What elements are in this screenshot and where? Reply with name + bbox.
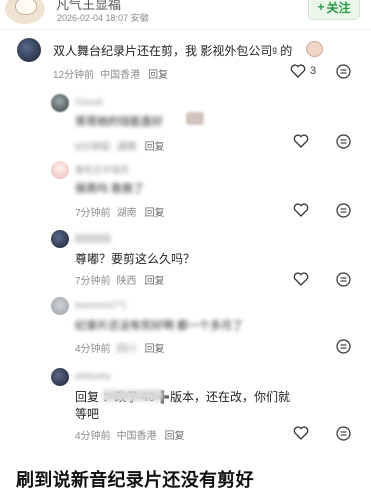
heart-icon[interactable] (293, 426, 309, 440)
reply-link[interactable]: 回复 (148, 70, 168, 81)
more-options-icon[interactable] (336, 339, 351, 354)
more-options-icon[interactable] (336, 272, 351, 287)
reply-text: 哥哥她的钱能直好 (75, 116, 163, 128)
comment-meta: 12分钟前 中国香港 回复 (53, 70, 169, 81)
reply-text: 尊嘟？要剪这么久吗？ (75, 252, 196, 266)
heart-icon[interactable] (293, 272, 309, 286)
heart-icon[interactable] (290, 64, 306, 78)
reply-meta: 4分钟前 中国香港 回复 (75, 431, 185, 442)
like-count: 3 (310, 65, 317, 77)
reply-text-line2: 等吧 (75, 407, 100, 421)
reply-avatar[interactable] (51, 368, 69, 386)
reply-meta: 7分钟前 陕西 回复 (75, 276, 165, 287)
more-options-icon[interactable] (336, 426, 351, 441)
reply-meta: 7分钟前 湖南 回复 (75, 208, 165, 219)
comment-screenshot: 凡气王显福 2026-02-04 18:07 安徽 + 关注 双人舞台纪录片还在… (0, 0, 371, 460)
comment-avatar[interactable] (17, 38, 41, 62)
reply-text: 纪录片还没有剪好啊 都一个多月了 (75, 320, 244, 332)
mention-redacted (103, 390, 163, 401)
reply-meta: 4分钟前 四川 回复 (75, 344, 165, 355)
emoji-icon (306, 41, 323, 57)
emoji-icon (186, 112, 204, 125)
post-location: 安徽 (130, 13, 149, 23)
reply-avatar[interactable] (51, 230, 69, 248)
reply-avatar[interactable] (51, 94, 69, 112)
reply-username[interactable]: elsbushy (75, 371, 111, 381)
follow-label: 关注 (326, 0, 351, 15)
reply-avatar[interactable] (51, 161, 69, 179)
more-options-icon[interactable] (336, 134, 351, 149)
reply-username[interactable]: buonomo7℃ (75, 300, 128, 311)
reply-username-redacted (75, 234, 111, 243)
reply-link[interactable]: 回复 (145, 142, 165, 153)
reply-username[interactable]: Ctovoli (75, 97, 103, 107)
follow-button[interactable]: + 关注 (308, 0, 360, 20)
comment-text: 双人舞台纪录片还在剪，我 影视外包公司ᵍ 的 (53, 44, 293, 58)
author-avatar[interactable] (5, 0, 45, 24)
post-date: 2026-02-04 18:07 (57, 13, 129, 23)
reply-meta: 6分钟前 湖南 回复 (75, 142, 165, 153)
heart-icon[interactable] (293, 134, 309, 148)
more-options-icon[interactable] (336, 203, 351, 218)
reply-link[interactable]: 回复 (145, 208, 165, 219)
plus-icon: + (317, 0, 325, 14)
reply-username[interactable]: 爱吃北半球苏 (75, 163, 129, 176)
heart-icon[interactable] (293, 203, 309, 217)
reply-text: 保真吗 救救了 (75, 183, 145, 195)
post-meta: 2026-02-04 18:07 安徽 (57, 11, 149, 24)
reply-link[interactable]: 回复 (145, 276, 165, 287)
caption-text: 刷到说新音纪录片还没有剪好 (16, 470, 254, 490)
reply-link[interactable]: 回复 (145, 344, 165, 355)
reply-link[interactable]: 回复 (165, 431, 185, 442)
divider (0, 29, 371, 30)
more-options-icon[interactable] (336, 64, 351, 79)
reply-avatar[interactable] (51, 297, 69, 315)
